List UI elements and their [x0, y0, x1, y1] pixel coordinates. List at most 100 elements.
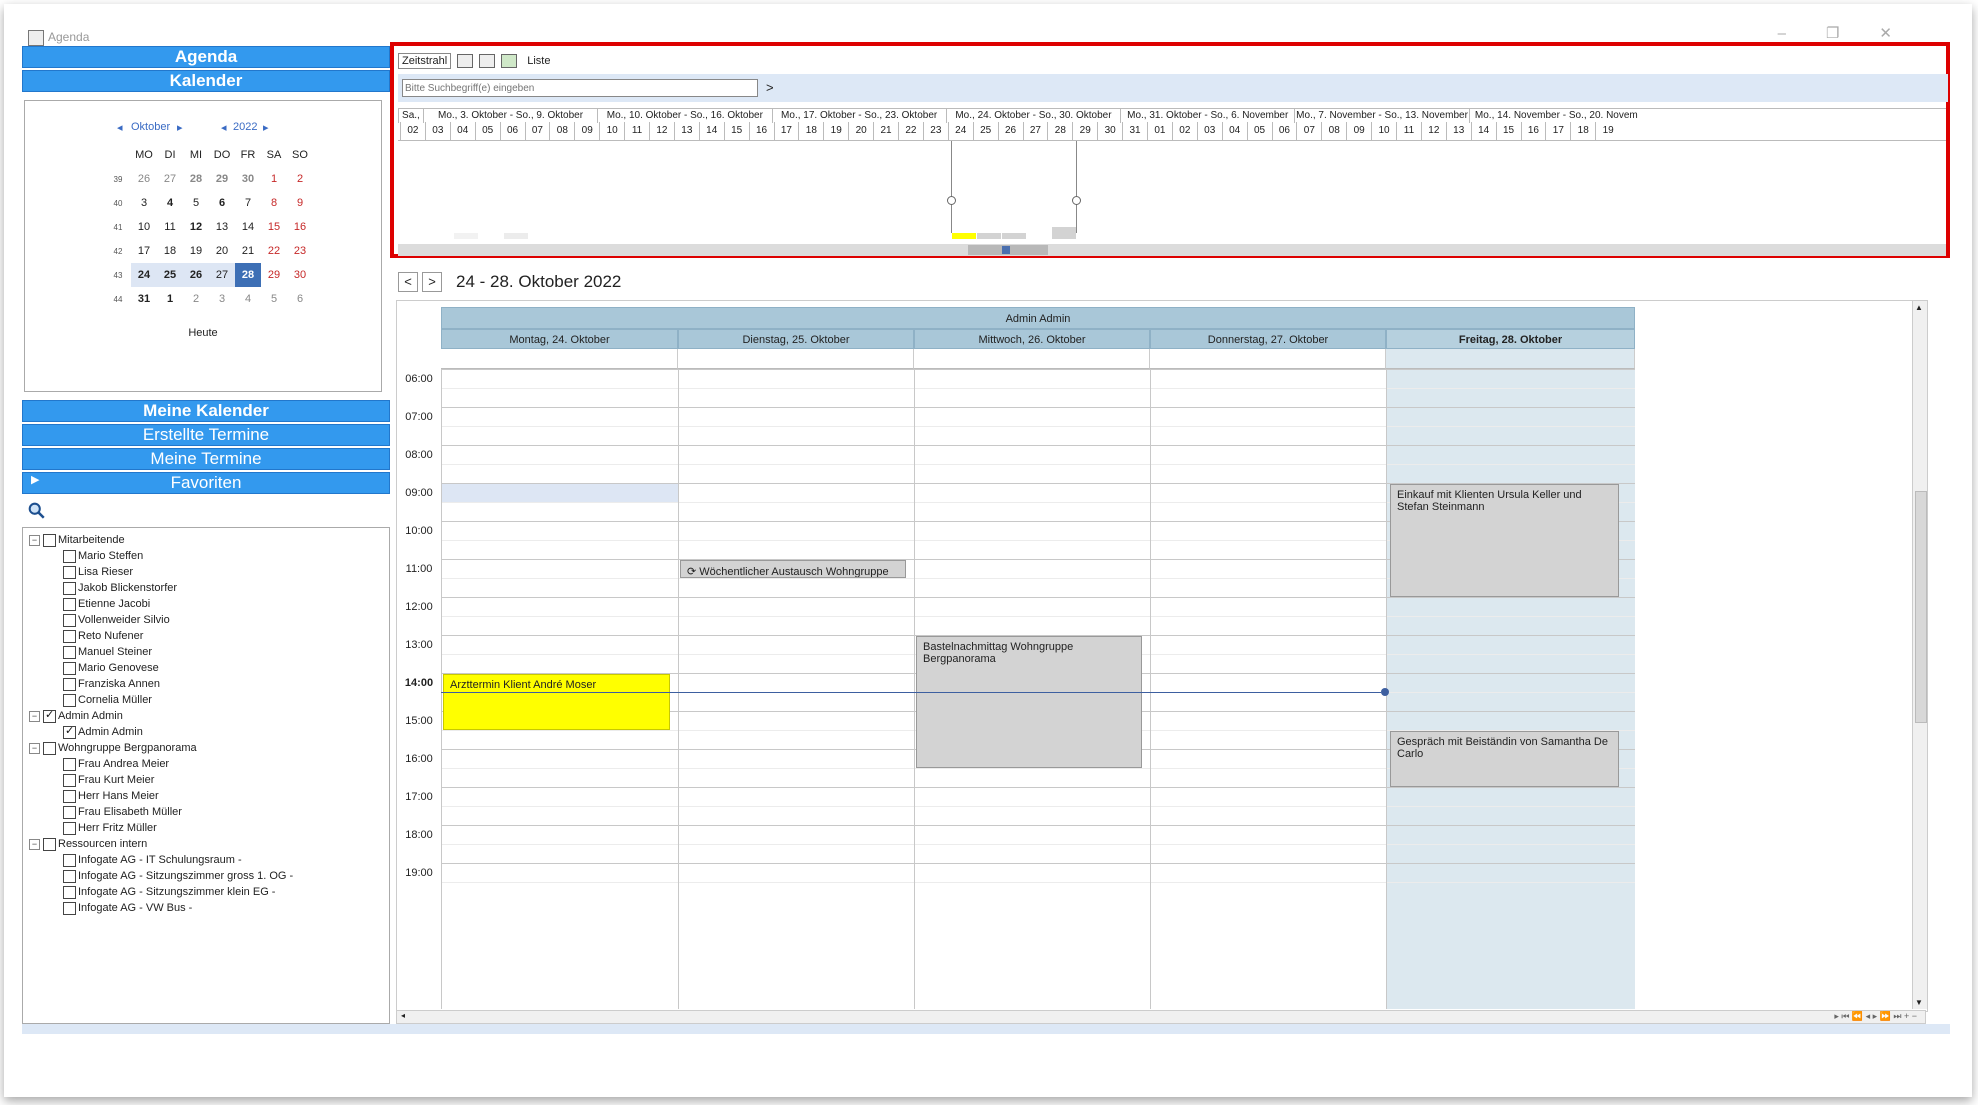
timeline-day[interactable]: 14 [698, 122, 724, 140]
tree-item[interactable]: Admin Admin [63, 724, 143, 740]
timeline-day[interactable]: 15 [723, 122, 749, 140]
calendar-day[interactable]: 26 [131, 167, 157, 191]
day-header[interactable]: Mittwoch, 26. Oktober [914, 329, 1150, 349]
calendar-day[interactable]: 5 [261, 287, 287, 311]
calendar-day[interactable]: 18 [157, 239, 183, 263]
calendar-day[interactable]: 21 [235, 239, 261, 263]
calendar-day[interactable]: 25 [157, 263, 183, 287]
checkbox[interactable] [43, 708, 56, 723]
camera-icon[interactable] [479, 54, 496, 68]
timeline-day[interactable]: 26 [997, 122, 1023, 140]
checkbox[interactable] [63, 724, 76, 739]
calendar-day[interactable]: 13 [209, 215, 235, 239]
checkbox[interactable] [63, 805, 76, 819]
timeline-day[interactable]: 16 [1520, 122, 1546, 140]
calendar-day[interactable]: 26 [183, 263, 209, 287]
calendar-day[interactable]: 3 [131, 191, 157, 215]
timeline-day[interactable]: 03 [424, 122, 450, 140]
collapse-icon[interactable]: − [29, 710, 40, 722]
timeline-day[interactable]: 04 [1221, 122, 1247, 140]
timeline-scroll-grip[interactable] [1002, 246, 1010, 254]
calendar-day[interactable]: 14 [235, 215, 261, 239]
tree-item[interactable]: Herr Fritz Müller [63, 820, 157, 836]
kalender-button[interactable]: Kalender [22, 70, 390, 92]
timeline-day[interactable]: 16 [748, 122, 774, 140]
today-button[interactable]: Heute [25, 327, 381, 339]
prev-month-icon[interactable]: ◂ [117, 121, 123, 134]
next-year-icon[interactable]: ▸ [263, 121, 269, 134]
timeline-day[interactable]: 15 [1495, 122, 1521, 140]
timeline-scrollbar[interactable] [398, 244, 1946, 256]
tree-item[interactable]: Herr Hans Meier [63, 788, 159, 804]
meine-termine-button[interactable]: Meine Termine [22, 448, 390, 470]
timeline-day[interactable]: 09 [1346, 122, 1371, 140]
calendar-day[interactable]: 15 [261, 215, 287, 239]
timeline-day[interactable]: 27 [1022, 122, 1048, 140]
checkbox[interactable] [63, 549, 76, 563]
zeitstrahl-button[interactable]: Zeitstrahl [398, 53, 452, 69]
timeline-day[interactable]: 31 [1122, 122, 1147, 140]
timeline-day[interactable]: 05 [1246, 122, 1272, 140]
tree-item[interactable]: Infogate AG - Sitzungszimmer klein EG - [63, 884, 275, 900]
timeline-day[interactable]: 02 [1171, 122, 1197, 140]
checkbox[interactable] [63, 869, 76, 883]
erstellte-termine-button[interactable]: Erstellte Termine [22, 424, 390, 446]
calendar-event[interactable]: Gespräch mit Beiständin von Samantha De … [1390, 731, 1619, 787]
tree-item[interactable]: Infogate AG - Sitzungszimmer gross 1. OG… [63, 868, 293, 884]
year-label[interactable]: 2022 [233, 121, 257, 133]
calendar-day[interactable]: 30 [235, 167, 261, 191]
timeline-day[interactable]: 04 [449, 122, 475, 140]
minimize-icon[interactable]: – [1778, 25, 1826, 42]
checkbox[interactable] [63, 773, 76, 787]
timeline-day[interactable]: 02 [400, 122, 425, 140]
agenda-button[interactable]: Agenda [22, 46, 390, 68]
timeline-event-bar[interactable] [1052, 227, 1076, 239]
horizontal-scrollbar[interactable]: ◂ ▸ ⏮ ⏪ ◂ ▸ ⏩ ⏭ + − [396, 1010, 1926, 1024]
calendar-day[interactable]: 1 [157, 287, 183, 311]
timeline-week-header[interactable]: Mo., 10. Oktober - So., 16. Oktober [597, 109, 771, 123]
timeline-day[interactable]: 24 [947, 122, 973, 140]
timeline-day[interactable]: 18 [1570, 122, 1595, 140]
timeline-day[interactable]: 10 [1371, 122, 1396, 140]
search-input[interactable] [402, 79, 758, 97]
export-icon[interactable] [501, 54, 518, 68]
timeline-day[interactable]: 13 [1445, 122, 1471, 140]
timeline-week-header[interactable]: Mo., 24. Oktober - So., 30. Oktober [945, 109, 1120, 123]
timeline-day[interactable]: 12 [649, 122, 674, 140]
range-handle-start[interactable] [947, 196, 956, 205]
timeline-day[interactable]: 28 [1047, 122, 1072, 140]
timeline-day[interactable]: 11 [624, 122, 649, 140]
allday-cell[interactable] [678, 349, 914, 369]
close-icon[interactable]: ✕ [1879, 25, 1932, 42]
timeline-week-header[interactable]: Mo., 17. Oktober - So., 23. Oktober [771, 109, 946, 123]
timeline-day[interactable]: 09 [574, 122, 599, 140]
calendar-event[interactable]: Bastelnachmittag Wohngruppe Bergpanorama [916, 636, 1142, 768]
timeline-day[interactable]: 14 [1470, 122, 1496, 140]
checkbox[interactable] [63, 757, 76, 771]
checkbox[interactable] [43, 837, 56, 851]
timeline-day[interactable]: 03 [1196, 122, 1222, 140]
calendar-day[interactable]: 20 [209, 239, 235, 263]
timeline-day[interactable]: 21 [873, 122, 898, 140]
timeline-day[interactable]: 17 [773, 122, 799, 140]
timeline-day[interactable]: 23 [922, 122, 948, 140]
tree-item[interactable]: Lisa Rieser [63, 564, 133, 580]
checkbox[interactable] [63, 661, 76, 675]
timeline-day[interactable]: 29 [1072, 122, 1097, 140]
collapse-icon[interactable]: − [29, 838, 40, 850]
calendar-day-selected[interactable]: 28 [235, 263, 261, 287]
calendar-day[interactable]: 1 [261, 167, 287, 191]
day-header-current[interactable]: Freitag, 28. Oktober [1386, 329, 1635, 349]
calendar-day[interactable]: 12 [183, 215, 209, 239]
calendar-day[interactable]: 29 [261, 263, 287, 287]
tree-item[interactable]: Reto Nufener [63, 628, 143, 644]
prev-week-button[interactable]: < [398, 272, 418, 292]
day-header[interactable]: Montag, 24. Oktober [441, 329, 678, 349]
calendar-day[interactable]: 10 [131, 215, 157, 239]
tree-item[interactable]: Infogate AG - IT Schulungsraum - [63, 852, 242, 868]
tree-group[interactable]: − Ressourcen intern [29, 836, 147, 852]
calendar-day[interactable]: 27 [209, 263, 235, 287]
calendar-day[interactable]: 4 [157, 191, 183, 215]
calendar-day[interactable]: 8 [261, 191, 287, 215]
calendar-day[interactable]: 17 [131, 239, 157, 263]
